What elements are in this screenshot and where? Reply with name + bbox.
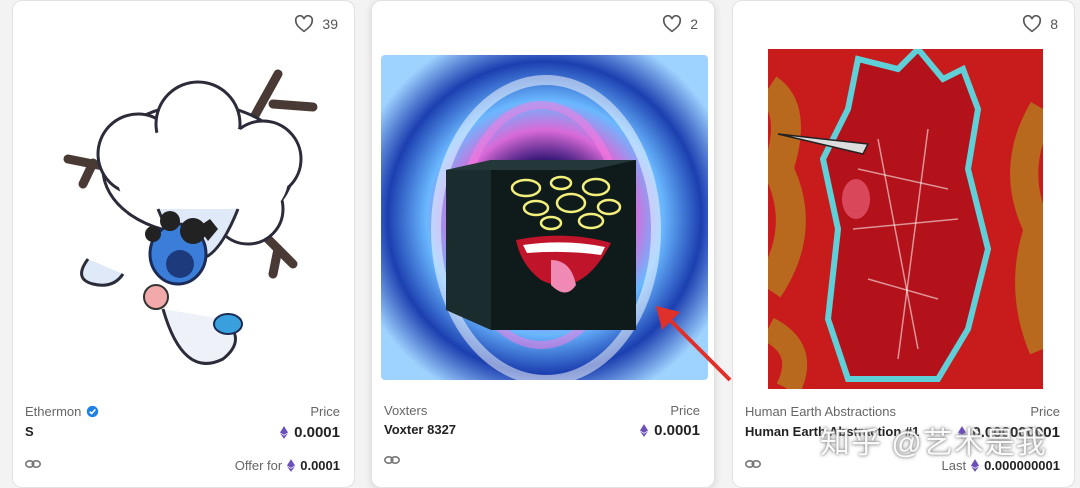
heart-icon [663,15,682,33]
offer-label: Offer for [234,458,283,473]
nft-image-human-earth[interactable] [768,49,1043,389]
human-earth-artwork [768,49,1043,389]
nft-name[interactable]: Voxter 8327 [384,422,456,437]
price-label: Price [310,404,340,419]
offer-info: Offer for 0.0001 [235,458,340,473]
nft-card-voxter[interactable]: 2 Voxters Voxter 8327 Price 0.0001 [371,0,715,488]
heart-icon [295,15,314,33]
price-value: 0.0001 [640,422,700,439]
nft-card-ethermon[interactable]: 39 Ethermon S Price 0.0001 Offer for 0.0… [12,0,355,488]
favorite-count[interactable]: 39 [294,15,338,33]
link-icon[interactable] [384,454,400,466]
link-icon[interactable] [25,458,41,470]
price-amount: 0.0001 [654,422,700,439]
collection-name[interactable]: Human Earth Abstractions [745,404,896,419]
favorite-count[interactable]: 8 [1022,15,1058,33]
price-value: 0.0001 [280,424,340,441]
annotation-arrow-icon [656,306,732,382]
collection-label: Voxters [384,403,428,418]
offer-amount: 0.0001 [300,458,340,473]
collection-name[interactable]: Voxters [384,403,427,418]
favorite-number: 39 [322,16,338,32]
nft-image-ethermon[interactable] [48,59,328,379]
favorite-count[interactable]: 2 [662,15,698,33]
verified-icon [87,405,99,418]
collection-label: Human Earth Abstractions [745,404,897,419]
price-amount: 0.0001 [294,424,340,441]
eth-icon [280,426,289,439]
price-label: Price [1030,404,1060,419]
eth-icon [287,459,296,472]
watermark: 知乎 @艺术是我 [820,427,1047,460]
collection-label: Ethermon [25,404,82,419]
heart-icon [1023,15,1042,33]
ethermon-artwork [63,69,318,365]
price-label: Price [670,403,700,418]
collection-name[interactable]: Ethermon [25,404,99,419]
favorite-number: 8 [1050,16,1058,32]
nft-name[interactable]: S [25,424,34,439]
link-icon[interactable] [745,458,761,470]
nft-card-human-earth[interactable]: 8 Human Earth Abstractions Human Earth A… [732,0,1075,488]
favorite-number: 2 [690,16,698,32]
eth-icon [640,424,649,437]
